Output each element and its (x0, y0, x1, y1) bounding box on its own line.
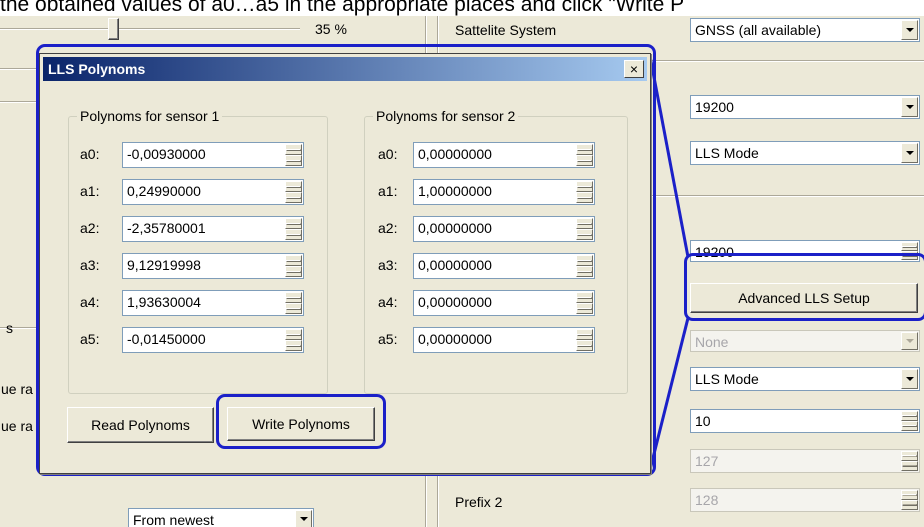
spin-down-icon[interactable] (576, 155, 593, 166)
sensor-2-title: Polynoms for sensor 2 (373, 108, 519, 124)
spin-up-icon[interactable] (285, 181, 302, 192)
sensor-1-a4-field[interactable]: 1,93630004 (122, 290, 304, 316)
coefficient-value: 0,00000000 (418, 146, 492, 162)
spin-buttons[interactable] (576, 329, 593, 351)
spin-buttons[interactable] (285, 329, 302, 351)
spin-buttons[interactable] (285, 144, 302, 166)
coefficient-value: 1,00000000 (418, 183, 492, 199)
coefficient-value: -0,01450000 (127, 331, 206, 347)
spin-down-icon[interactable] (285, 155, 302, 166)
spin-up-icon[interactable] (576, 181, 593, 192)
spin-buttons[interactable] (285, 181, 302, 203)
coefficient-label: a4: (378, 294, 398, 310)
spin-buttons[interactable] (576, 255, 593, 277)
sensor-2-a3-field[interactable]: 0,00000000 (413, 253, 595, 279)
read-polynoms-button[interactable]: Read Polynoms (67, 407, 214, 443)
sensor-2-a1-field[interactable]: 1,00000000 (413, 179, 595, 205)
sensor-1-a2-field[interactable]: -2,35780001 (122, 216, 304, 242)
coefficient-value: -2,35780001 (127, 220, 206, 236)
spin-buttons[interactable] (285, 218, 302, 240)
spin-up-icon[interactable] (576, 292, 593, 303)
sensor-1-a1-field[interactable]: 0,24990000 (122, 179, 304, 205)
coefficient-value: 0,00000000 (418, 331, 492, 347)
coefficient-value: 0,00000000 (418, 220, 492, 236)
coefficient-label: a5: (378, 331, 398, 347)
coefficient-label: a2: (80, 220, 100, 236)
sensor-1-a5-field[interactable]: -0,01450000 (122, 327, 304, 353)
coefficient-label: a0: (378, 146, 398, 162)
coefficient-label: a1: (80, 183, 100, 199)
coefficient-value: 0,00000000 (418, 257, 492, 273)
spin-buttons[interactable] (285, 292, 302, 314)
spin-buttons[interactable] (576, 144, 593, 166)
spin-down-icon[interactable] (285, 229, 302, 240)
coefficient-value: 1,93630004 (127, 294, 201, 310)
sensor-1-a3-field[interactable]: 9,12919998 (122, 253, 304, 279)
close-icon[interactable]: × (624, 60, 644, 78)
lls-polynoms-dialog: LLS Polynoms × Polynoms for sensor 1 Pol… (39, 53, 651, 474)
spin-down-icon[interactable] (285, 303, 302, 314)
spin-buttons[interactable] (576, 218, 593, 240)
dialog-title: LLS Polynoms (48, 61, 146, 77)
spin-up-icon[interactable] (576, 329, 593, 340)
coefficient-value: 0,24990000 (127, 183, 201, 199)
spin-up-icon[interactable] (576, 255, 593, 266)
coefficient-label: a1: (378, 183, 398, 199)
coefficient-value: 0,00000000 (418, 294, 492, 310)
spin-down-icon[interactable] (576, 192, 593, 203)
spin-down-icon[interactable] (576, 266, 593, 277)
spin-buttons[interactable] (576, 181, 593, 203)
spin-up-icon[interactable] (285, 329, 302, 340)
sensor-1-a0-field[interactable]: -0,00930000 (122, 142, 304, 168)
coefficient-value: -0,00930000 (127, 146, 206, 162)
spin-down-icon[interactable] (285, 192, 302, 203)
sensor-2-a5-field[interactable]: 0,00000000 (413, 327, 595, 353)
coefficient-label: a2: (378, 220, 398, 236)
spin-up-icon[interactable] (285, 292, 302, 303)
coefficient-label: a3: (378, 257, 398, 273)
sensor-1-title: Polynoms for sensor 1 (77, 108, 223, 124)
spin-down-icon[interactable] (576, 229, 593, 240)
spin-buttons[interactable] (576, 292, 593, 314)
coefficient-label: a0: (80, 146, 100, 162)
spin-down-icon[interactable] (576, 303, 593, 314)
spin-up-icon[interactable] (576, 218, 593, 229)
spin-up-icon[interactable] (285, 144, 302, 155)
spin-down-icon[interactable] (285, 266, 302, 277)
coefficient-label: a5: (80, 331, 100, 347)
coefficient-label: a4: (80, 294, 100, 310)
coefficient-value: 9,12919998 (127, 257, 201, 273)
sensor-2-a0-field[interactable]: 0,00000000 (413, 142, 595, 168)
sensor-2-a2-field[interactable]: 0,00000000 (413, 216, 595, 242)
spin-down-icon[interactable] (285, 340, 302, 351)
write-polynoms-button[interactable]: Write Polynoms (227, 407, 375, 441)
coefficient-label: a3: (80, 257, 100, 273)
spin-down-icon[interactable] (576, 340, 593, 351)
spin-buttons[interactable] (285, 255, 302, 277)
sensor-2-a4-field[interactable]: 0,00000000 (413, 290, 595, 316)
spin-up-icon[interactable] (285, 255, 302, 266)
dialog-titlebar[interactable]: LLS Polynoms × (43, 57, 647, 81)
spin-up-icon[interactable] (285, 218, 302, 229)
spin-up-icon[interactable] (576, 144, 593, 155)
